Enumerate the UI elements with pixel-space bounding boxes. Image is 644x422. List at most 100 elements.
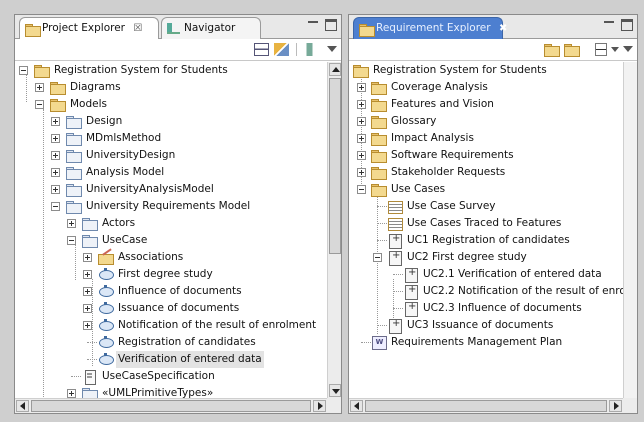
tree-node-label: Registration System for Students xyxy=(373,64,547,76)
scroll-thumb[interactable] xyxy=(329,78,341,254)
expand-toggle[interactable] xyxy=(51,117,60,126)
collapse-toggle[interactable] xyxy=(357,185,366,194)
expand-toggle[interactable] xyxy=(51,168,60,177)
trace-icon xyxy=(387,217,403,231)
tree-node-label: Use Cases Traced to Features xyxy=(407,217,562,229)
use-case-icon xyxy=(98,285,114,298)
expand-toggle[interactable] xyxy=(83,287,92,296)
collapse-toggle[interactable] xyxy=(373,253,382,262)
maximize-icon[interactable] xyxy=(325,19,337,31)
requirement-icon xyxy=(387,230,403,249)
collapse-toggle[interactable] xyxy=(35,100,44,109)
expand-toggle[interactable] xyxy=(83,321,92,330)
tree-node-label-selected: Verification of entered data xyxy=(116,351,264,368)
requirement-explorer-toolbar xyxy=(349,39,637,61)
model-icon xyxy=(66,200,82,214)
expand-toggle[interactable] xyxy=(357,100,366,109)
tree-node-label: Stakeholder Requests xyxy=(391,166,506,178)
tree-node-label: Models xyxy=(70,98,107,110)
filter-icon[interactable] xyxy=(302,43,317,56)
tree-node-label: «UMLPrimitiveTypes» xyxy=(102,387,214,398)
project-explorer-view: Project Explorer ☒ Navigator Registratio… xyxy=(14,14,342,414)
collapse-toggle[interactable] xyxy=(67,236,76,245)
tree-node-label: Influence of documents xyxy=(118,285,242,297)
expand-toggle[interactable] xyxy=(35,83,44,92)
requirement-explorer-tree: Registration System for Students Coverag… xyxy=(349,62,623,398)
minimize-icon[interactable] xyxy=(603,19,615,31)
scroll-left-button[interactable] xyxy=(16,400,29,412)
expand-toggle[interactable] xyxy=(51,185,60,194)
navigator-icon xyxy=(167,23,180,34)
use-case-icon xyxy=(98,268,114,281)
expand-toggle[interactable] xyxy=(357,134,366,143)
expand-icon[interactable] xyxy=(595,43,607,56)
package-icon xyxy=(82,387,98,398)
tree-node-label: Glossary xyxy=(391,115,437,127)
collapse-all-icon[interactable] xyxy=(254,43,269,56)
tab-project-explorer-label: Project Explorer xyxy=(42,22,125,34)
expand-toggle[interactable] xyxy=(83,270,92,279)
use-case-icon xyxy=(98,336,114,349)
document-icon xyxy=(371,336,387,350)
requirement-icon xyxy=(403,264,419,283)
requirement-explorer-horizontal-scrollbar[interactable] xyxy=(349,398,623,413)
specification-icon xyxy=(82,370,98,385)
tab-requirement-explorer[interactable]: Requirement Explorer ✖ xyxy=(353,17,507,39)
model-icon xyxy=(66,183,82,197)
requirement-icon xyxy=(403,281,419,300)
tree-node-label: Registration of candidates xyxy=(118,336,256,348)
project-explorer-tabbar: Project Explorer ☒ Navigator xyxy=(15,15,341,39)
scrollbar-corner xyxy=(327,398,341,413)
maximize-icon[interactable] xyxy=(621,19,633,31)
close-tab-icon[interactable]: ✖ xyxy=(499,23,507,34)
expand-toggle[interactable] xyxy=(357,117,366,126)
expand-toggle[interactable] xyxy=(67,389,76,398)
scroll-up-button[interactable] xyxy=(329,63,341,76)
expand-toggle[interactable] xyxy=(357,168,366,177)
package-icon xyxy=(66,132,82,146)
tree-node-label: Associations xyxy=(118,251,184,263)
expand-toggle[interactable] xyxy=(67,219,76,228)
minimize-icon[interactable] xyxy=(307,19,319,31)
requirement-explorer-vertical-scrollbar[interactable] xyxy=(623,62,637,398)
expand-toggle[interactable] xyxy=(357,151,366,160)
package-icon xyxy=(82,217,98,231)
scroll-down-button[interactable] xyxy=(329,384,341,397)
close-tab-icon[interactable]: ☒ xyxy=(133,23,142,34)
link-with-editor-icon[interactable] xyxy=(274,43,289,56)
tree-node-label: Design xyxy=(86,115,123,127)
scrollbar-corner xyxy=(623,398,637,413)
scroll-left-button[interactable] xyxy=(350,400,363,412)
expand-toggle[interactable] xyxy=(357,83,366,92)
project-explorer-horizontal-scrollbar[interactable] xyxy=(15,398,327,413)
scroll-thumb[interactable] xyxy=(365,400,607,412)
tree-node-label: UniversityDesign xyxy=(86,149,176,161)
model-icon xyxy=(66,166,82,180)
tab-navigator[interactable]: Navigator xyxy=(161,17,261,39)
requirement-icon xyxy=(387,315,403,334)
scroll-thumb[interactable] xyxy=(31,400,311,412)
scroll-right-button[interactable] xyxy=(609,400,622,412)
expand-toggle[interactable] xyxy=(83,304,92,313)
open-folder-icon[interactable] xyxy=(544,43,560,57)
tree-node-label: Use Cases xyxy=(391,183,446,195)
dropdown-arrow-icon[interactable] xyxy=(611,47,619,56)
view-menu-icon[interactable] xyxy=(327,46,337,57)
new-requirement-icon[interactable] xyxy=(564,43,580,57)
expand-toggle[interactable] xyxy=(83,253,92,262)
tree-node-label: Requirements Management Plan xyxy=(391,336,563,348)
collapse-toggle[interactable] xyxy=(19,66,28,75)
expand-toggle[interactable] xyxy=(51,151,60,160)
scroll-right-button[interactable] xyxy=(313,400,326,412)
requirement-explorer-tabbar: Requirement Explorer ✖ xyxy=(349,15,637,39)
project-explorer-icon xyxy=(25,23,41,37)
collapse-toggle[interactable] xyxy=(51,202,60,211)
tab-navigator-label: Navigator xyxy=(184,22,236,34)
view-window-controls xyxy=(304,19,337,33)
expand-toggle[interactable] xyxy=(51,134,60,143)
tree-node-label: UC2.3 Influence of documents xyxy=(423,302,582,314)
view-menu-icon[interactable] xyxy=(623,46,633,57)
tab-project-explorer[interactable]: Project Explorer ☒ xyxy=(19,17,159,39)
folder-icon xyxy=(371,166,387,180)
project-explorer-vertical-scrollbar[interactable] xyxy=(327,62,341,398)
